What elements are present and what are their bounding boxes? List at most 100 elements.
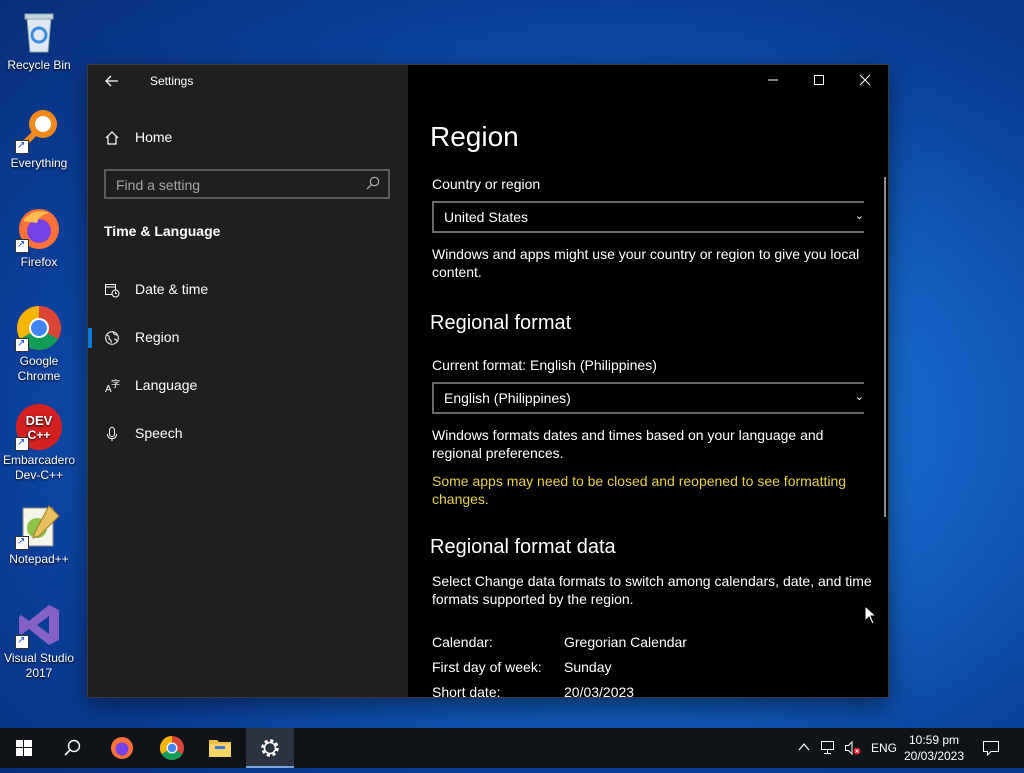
settings-window: Settings Home Find a setting Time & Lang… <box>88 65 888 697</box>
desktop-icon-label: Embarcadero Dev-C++ <box>2 453 76 482</box>
format-data-key: Calendar: <box>432 634 493 650</box>
minimize-button[interactable] <box>750 65 796 97</box>
format-data-key: Short date: <box>432 684 501 697</box>
chevron-down-icon: ⌄ <box>854 210 864 222</box>
nav-item-language[interactable]: A字 Language <box>88 366 408 406</box>
format-data-key: First day of week: <box>432 659 542 675</box>
nav-item-region[interactable]: Region <box>88 318 408 358</box>
current-format-label: Current format: English (Philippines) <box>432 357 657 373</box>
everything-icon <box>15 106 63 154</box>
firefox-icon <box>15 205 63 253</box>
desktop-icon-everything[interactable]: Everything <box>2 106 76 171</box>
regional-format-dropdown[interactable]: English (Philippines) ⌄ <box>432 382 864 414</box>
maximize-icon <box>814 75 824 85</box>
tray-overflow-button[interactable] <box>797 740 811 757</box>
format-data-value: Gregorian Calendar <box>564 634 687 650</box>
format-data-heading: Regional format data <box>430 536 616 558</box>
app-title: Settings <box>150 74 194 88</box>
close-icon <box>859 74 871 86</box>
clock[interactable]: 10:59 pm 20/03/2023 <box>902 732 966 764</box>
taskbar-file-explorer[interactable] <box>196 728 244 768</box>
devcpp-icon: DEV C++ <box>15 403 63 451</box>
svg-text:DEV: DEV <box>26 413 53 428</box>
gear-icon <box>261 739 279 757</box>
page-title: Region <box>430 121 519 152</box>
format-warning-text: Some apps may need to be closed and reop… <box>432 473 847 507</box>
nav-item-date-time[interactable]: Date & time <box>88 270 408 310</box>
mouse-cursor-icon <box>864 605 878 625</box>
country-dropdown[interactable]: United States ⌄ <box>432 201 864 233</box>
chrome-icon <box>15 304 63 352</box>
home-icon <box>104 130 120 146</box>
nav-item-label: Speech <box>135 425 183 441</box>
taskbar-settings[interactable] <box>246 728 294 768</box>
network-icon <box>821 741 834 754</box>
minimize-icon <box>768 79 778 81</box>
nav-home-label: Home <box>135 129 173 145</box>
regional-format-heading: Regional format <box>430 312 572 334</box>
format-data-help-text: Select Change data formats to switch amo… <box>432 573 872 607</box>
clock-date: 20/03/2023 <box>903 749 965 763</box>
search-input[interactable]: Find a setting <box>104 169 390 199</box>
folder-icon <box>209 740 231 757</box>
network-button[interactable] <box>820 740 838 759</box>
search-icon <box>366 176 380 190</box>
shortcut-arrow-icon <box>15 534 29 550</box>
globe-icon <box>104 330 120 346</box>
input-language-indicator[interactable]: ENG <box>871 741 897 755</box>
desktop-icon-chrome[interactable]: Google Chrome <box>2 304 76 384</box>
nav-item-speech[interactable]: Speech <box>88 414 408 454</box>
desktop-icon-label: Visual Studio 2017 <box>4 651 74 680</box>
desktop-icon-label: Everything <box>10 156 68 170</box>
nav-item-label: Region <box>135 329 180 345</box>
back-arrow-icon <box>105 75 118 87</box>
taskbar-chrome[interactable] <box>148 728 196 768</box>
taskbar-firefox[interactable] <box>98 728 146 768</box>
search-icon <box>64 739 81 756</box>
svg-text:字: 字 <box>111 378 120 390</box>
format-data-value: 20/03/2023 <box>564 684 635 697</box>
language-icon: A字 <box>104 378 120 395</box>
desktop-icon-recycle-bin[interactable]: Recycle Bin <box>2 8 76 73</box>
format-help-text: Windows formats dates and times based on… <box>432 427 824 461</box>
recycle-bin-icon <box>15 8 63 56</box>
search-placeholder: Find a setting <box>116 177 201 193</box>
chrome-icon <box>159 736 184 761</box>
format-data-value: Sunday <box>564 659 612 675</box>
shortcut-arrow-icon <box>15 633 29 649</box>
back-button[interactable] <box>104 73 120 89</box>
settings-nav-pane: Settings Home Find a setting Time & Lang… <box>88 65 408 697</box>
nav-item-label: Date & time <box>135 281 209 297</box>
country-help-text: Windows and apps might use your country … <box>432 246 860 280</box>
action-center-button[interactable] <box>982 740 1000 759</box>
notepadpp-icon <box>15 502 63 550</box>
content-scrollbar[interactable] <box>884 177 886 517</box>
taskbar-search-button[interactable] <box>48 728 96 768</box>
nav-section-title: Time & Language <box>104 223 221 239</box>
volume-muted-icon <box>845 740 861 756</box>
calendar-clock-icon <box>104 282 120 298</box>
start-button[interactable] <box>0 728 48 768</box>
maximize-button[interactable] <box>796 65 842 97</box>
volume-button[interactable] <box>844 740 862 759</box>
visual-studio-icon <box>15 601 63 649</box>
chevron-down-icon: ⌄ <box>854 391 864 403</box>
country-value: United States <box>444 209 529 225</box>
nav-home[interactable]: Home <box>88 118 408 158</box>
desktop-icon-label: Notepad++ <box>9 552 69 566</box>
desktop-icon-firefox[interactable]: Firefox <box>2 205 76 270</box>
notification-icon <box>983 741 999 757</box>
close-button[interactable] <box>842 65 888 97</box>
desktop-icon-devcpp[interactable]: DEVC++ Embarcadero Dev-C++ <box>2 403 76 483</box>
shortcut-arrow-icon <box>15 237 29 253</box>
firefox-icon <box>111 737 133 759</box>
desktop-icon-label: Firefox <box>20 255 58 269</box>
chevron-up-icon <box>798 743 810 751</box>
desktop-icon-label: Recycle Bin <box>7 58 71 72</box>
desktop-icon-visual-studio[interactable]: Visual Studio 2017 <box>2 601 76 681</box>
microphone-icon <box>104 426 120 442</box>
shortcut-arrow-icon <box>15 435 29 451</box>
title-bar-left: Settings <box>88 65 408 97</box>
format-value: English (Philippines) <box>444 390 571 406</box>
desktop-icon-notepadpp[interactable]: Notepad++ <box>2 502 76 567</box>
